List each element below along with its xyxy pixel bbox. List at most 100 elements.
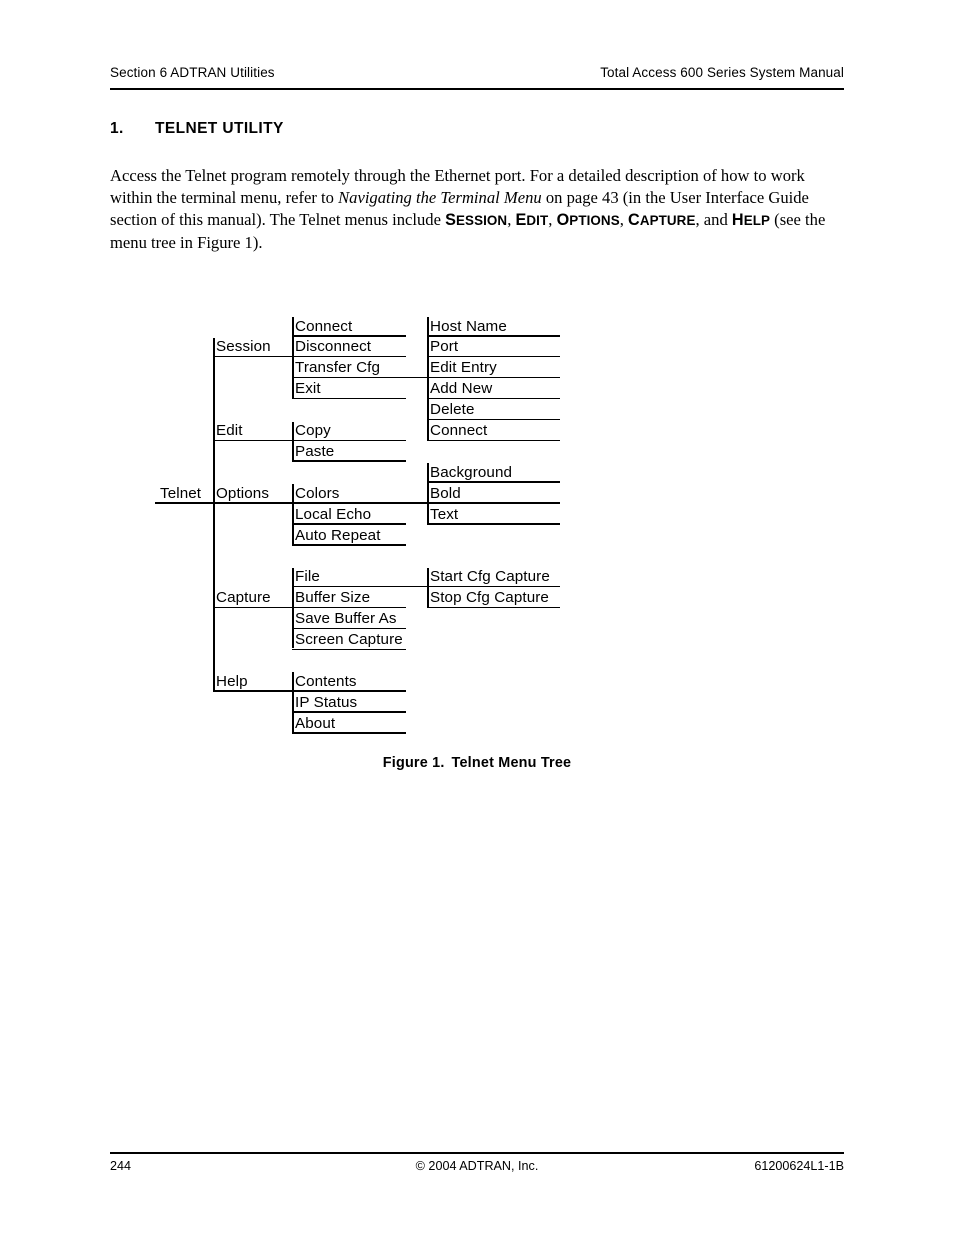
- item-edit-paste[interactable]: Paste: [295, 443, 334, 461]
- menu-options[interactable]: Options: [216, 485, 269, 503]
- subitem-colors-background[interactable]: Background: [430, 464, 512, 482]
- menu-session-underline: [213, 355, 292, 358]
- item-session-exit-underline: [292, 397, 406, 400]
- subitem-transfer-cfg-delete-underline: [427, 418, 560, 421]
- menu-name-options: OPTIONS: [556, 211, 620, 229]
- item-session-connect-underline: [292, 335, 406, 337]
- connector-menu-column: [213, 337, 215, 691]
- link-colors: [406, 502, 429, 504]
- menu-edit[interactable]: Edit: [216, 422, 243, 440]
- subitem-colors-bold-underline: [427, 502, 560, 504]
- item-capture-buffer-size-underline: [292, 606, 406, 609]
- footer-copyright: © 2004 ADTRAN, Inc.: [415, 1159, 539, 1173]
- menu-edit-underline: [213, 439, 292, 442]
- connector-session-items: [292, 317, 294, 398]
- menu-name-help: HELP: [731, 211, 771, 229]
- subitem-transfer-cfg-delete[interactable]: Delete: [430, 401, 475, 419]
- document-page: Section 6 ADTRAN Utilities Total Access …: [0, 0, 954, 1235]
- figure-caption: Figure 1. Telnet Menu Tree: [110, 755, 844, 771]
- menu-name-edit: EDIT: [515, 211, 549, 229]
- connector-options-items: [292, 484, 294, 544]
- subitem-file-stop-cfg-capture-underline: [427, 606, 560, 609]
- item-session-disconnect[interactable]: Disconnect: [295, 338, 371, 356]
- footer-divider: [110, 1152, 844, 1154]
- comma-4: , and: [695, 210, 732, 229]
- item-capture-save-buffer-as[interactable]: Save Buffer As: [295, 610, 397, 628]
- item-help-contents-underline: [292, 690, 406, 692]
- item-capture-screen-capture-underline: [292, 648, 406, 651]
- footer-doc-number: 61200624L1-1B: [754, 1159, 844, 1173]
- subitem-transfer-cfg-add-new-underline: [427, 397, 560, 400]
- item-options-colors-underline: [292, 502, 406, 504]
- item-session-connect[interactable]: Connect: [295, 318, 352, 336]
- subitem-transfer-cfg-connect[interactable]: Connect: [430, 422, 487, 440]
- subitem-transfer-cfg-host-name[interactable]: Host Name: [430, 318, 507, 336]
- item-capture-screen-capture[interactable]: Screen Capture: [295, 631, 403, 649]
- connector-help-items: [292, 672, 294, 733]
- menu-capture[interactable]: Capture: [216, 589, 271, 607]
- item-edit-copy-underline: [292, 439, 406, 442]
- subitem-transfer-cfg-port-underline: [427, 355, 560, 358]
- item-capture-file[interactable]: File: [295, 568, 320, 586]
- subitem-file-start-cfg-capture-underline: [427, 585, 560, 588]
- subitem-transfer-cfg-add-new[interactable]: Add New: [430, 380, 492, 398]
- intro-paragraph: Access the Telnet program remotely throu…: [110, 165, 844, 255]
- menu-help[interactable]: Help: [216, 673, 248, 691]
- tree-root-underline: [155, 502, 213, 504]
- subitem-colors-bold[interactable]: Bold: [430, 485, 461, 503]
- subitem-colors-text[interactable]: Text: [430, 506, 458, 524]
- item-capture-buffer-size[interactable]: Buffer Size: [295, 589, 370, 607]
- item-help-contents[interactable]: Contents: [295, 673, 357, 691]
- menu-name-session: SESSION: [445, 211, 508, 229]
- header-divider: [110, 88, 844, 90]
- tree-root-telnet[interactable]: Telnet: [160, 485, 201, 503]
- item-edit-copy[interactable]: Copy: [295, 422, 331, 440]
- header-section-label: Section 6 ADTRAN Utilities: [110, 65, 275, 80]
- subitem-transfer-cfg-edit-entry-underline: [427, 376, 560, 379]
- subitem-file-start-cfg-capture[interactable]: Start Cfg Capture: [430, 568, 550, 586]
- item-options-local-echo-underline: [292, 523, 406, 525]
- page-footer: 244 © 2004 ADTRAN, Inc. 61200624L1-1B: [110, 1158, 844, 1178]
- item-options-auto-repeat[interactable]: Auto Repeat: [295, 527, 381, 545]
- subitem-transfer-cfg-port[interactable]: Port: [430, 338, 458, 356]
- figure-caption-title: Telnet Menu Tree: [451, 755, 572, 771]
- section-number: 1.: [110, 120, 124, 137]
- item-help-ip-status[interactable]: IP Status: [295, 694, 357, 712]
- item-session-exit[interactable]: Exit: [295, 380, 321, 398]
- item-session-transfer-cfg[interactable]: Transfer Cfg: [295, 359, 380, 377]
- item-edit-paste-underline: [292, 460, 406, 462]
- item-options-auto-repeat-underline: [292, 544, 406, 546]
- item-session-transfer-cfg-underline: [292, 376, 406, 379]
- section-title: TELNET UTILITY: [155, 120, 284, 137]
- item-help-about[interactable]: About: [295, 715, 335, 733]
- menu-session[interactable]: Session: [216, 338, 271, 356]
- menu-options-underline: [213, 502, 292, 504]
- item-options-colors[interactable]: Colors: [295, 485, 340, 503]
- page-title: 1. TELNET UTILITY: [110, 120, 844, 138]
- page-header: Section 6 ADTRAN Utilities Total Access …: [110, 64, 844, 86]
- comma-3: ,: [619, 210, 629, 229]
- item-capture-save-buffer-as-underline: [292, 627, 406, 630]
- menu-capture-underline: [213, 606, 292, 609]
- item-help-ip-status-underline: [292, 711, 406, 713]
- link-file: [406, 585, 429, 588]
- menu-name-capture: CAPTURE: [628, 211, 696, 229]
- connector-colors: [427, 463, 429, 524]
- link-transfer-cfg: [406, 376, 429, 379]
- item-help-about-underline: [292, 732, 406, 734]
- subitem-colors-background-underline: [427, 481, 560, 483]
- item-options-local-echo[interactable]: Local Echo: [295, 506, 371, 524]
- item-capture-file-underline: [292, 585, 406, 588]
- subitem-transfer-cfg-edit-entry[interactable]: Edit Entry: [430, 359, 497, 377]
- subitem-colors-text-underline: [427, 523, 560, 525]
- subitem-transfer-cfg-host-name-underline: [427, 335, 560, 337]
- connector-edit-items: [292, 421, 294, 461]
- item-session-disconnect-underline: [292, 355, 406, 358]
- menu-help-underline: [213, 690, 292, 692]
- comma-2: ,: [548, 210, 557, 229]
- header-manual-title: Total Access 600 Series System Manual: [600, 65, 844, 80]
- subitem-file-stop-cfg-capture[interactable]: Stop Cfg Capture: [430, 589, 549, 607]
- figure-caption-label: Figure 1.: [382, 755, 445, 771]
- subitem-transfer-cfg-connect-underline: [427, 439, 560, 442]
- connector-capture-items: [292, 567, 294, 649]
